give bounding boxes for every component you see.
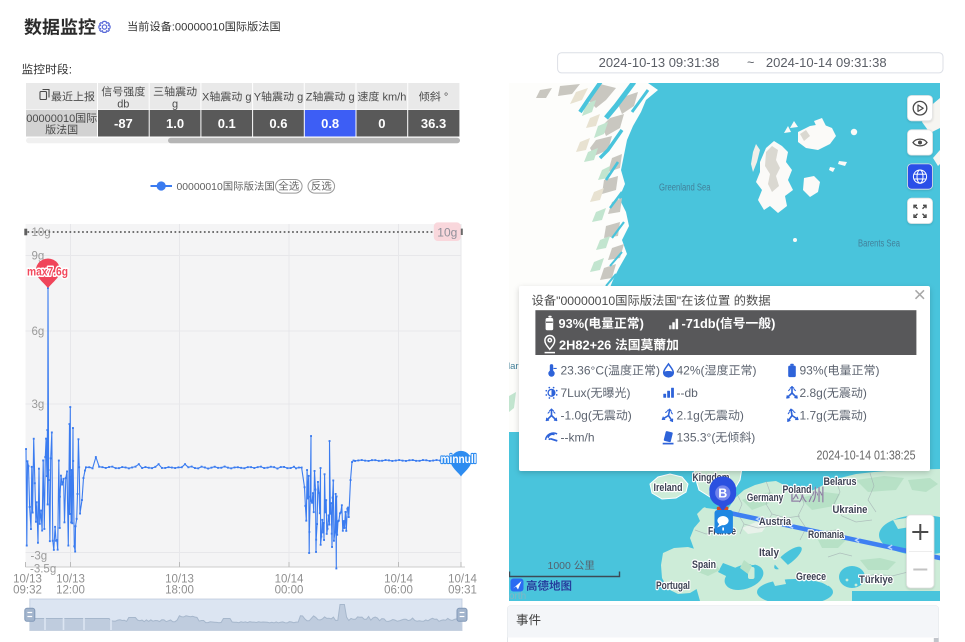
svg-text:2H82+26: 2H82+26 [559,337,611,352]
svg-text:10g: 10g [437,226,457,240]
svg-text:135.3°(: 135.3°( [677,431,716,445]
svg-text:0.8: 0.8 [321,116,339,131]
svg-text:1.0: 1.0 [166,116,184,131]
svg-text:): ) [656,364,660,378]
svg-text:B: B [718,487,727,501]
svg-text:max7.6g: max7.6g [27,264,68,278]
svg-text:): ) [751,431,755,445]
svg-text:Belarus: Belarus [824,476,857,488]
svg-text:42%(: 42%( [677,364,705,378]
svg-text:g: g [349,92,355,104]
svg-text:): ) [753,364,757,378]
svg-text:10g: 10g [32,227,51,239]
svg-text:2.1g(: 2.1g( [677,409,704,423]
svg-text:): ) [640,316,644,331]
svg-text:18:00: 18:00 [165,585,194,597]
svg-text:g: g [172,99,178,111]
svg-text:93%(: 93%( [800,364,828,378]
svg-text:2024-10-14 01:38:25: 2024-10-14 01:38:25 [817,449,916,463]
svg-text:): ) [628,409,632,423]
svg-text:): ) [863,386,867,400]
svg-text:Z: Z [306,92,313,104]
svg-text:0.1: 0.1 [218,116,236,131]
svg-text:-3g: -3g [31,551,48,563]
svg-text:Austria: Austria [759,516,791,528]
svg-text:Greece: Greece [796,571,826,583]
svg-text:Ireland: Ireland [654,482,683,494]
svg-text:09:31: 09:31 [448,585,477,597]
svg-text:"00000010: "00000010 [556,294,615,308]
svg-text:23.36°C(: 23.36°C( [561,364,609,378]
svg-text:Poland: Poland [783,484,812,496]
svg-text:~: ~ [747,56,754,70]
svg-text:-1.0g(: -1.0g( [561,409,592,423]
svg-text:06:00: 06:00 [384,585,413,597]
svg-text:3g: 3g [32,399,45,411]
svg-text:lar: lar [508,361,519,372]
svg-text:0: 0 [378,116,385,131]
svg-text:93%(: 93%( [559,316,590,331]
svg-text:Germany: Germany [747,492,784,504]
svg-text:Portugal: Portugal [656,580,690,592]
svg-text:): ) [771,316,775,331]
svg-text:00000010: 00000010 [177,182,223,193]
svg-text:X: X [202,92,210,104]
svg-text:--km/h: --km/h [561,431,595,445]
svg-text:Spain: Spain [692,559,716,571]
svg-text:00000010: 00000010 [26,113,75,125]
svg-text:g: g [297,92,303,104]
svg-text:1000: 1000 [548,560,572,572]
svg-text:7Lux(: 7Lux( [561,386,591,400]
svg-text:Barents Sea: Barents Sea [858,239,900,250]
svg-text::: : [69,63,72,77]
svg-text:): ) [876,364,880,378]
svg-text:00:00: 00:00 [275,585,304,597]
svg-text:Y: Y [254,92,262,104]
svg-text:2024-10-13 09:31:38: 2024-10-13 09:31:38 [599,55,720,70]
svg-text:09:32: 09:32 [13,585,42,597]
svg-text:2.8g(: 2.8g( [800,386,827,400]
svg-text::00000010: :00000010 [172,22,225,34]
svg-text:orth: orth [509,591,526,602]
svg-text:g: g [245,92,251,104]
svg-text:): ) [863,409,867,423]
svg-text:Ukraine: Ukraine [833,504,868,516]
svg-text:db: db [117,99,129,111]
svg-text:0.6: 0.6 [269,116,287,131]
svg-text:36.3: 36.3 [421,116,446,131]
svg-text:): ) [740,409,744,423]
svg-text:--db: --db [677,386,699,400]
svg-text:": " [677,294,681,308]
svg-text:minnull: minnull [441,452,477,466]
svg-text:1.7g(: 1.7g( [800,409,827,423]
svg-text:12:00: 12:00 [56,585,85,597]
svg-text:Türkiye: Türkiye [859,574,893,586]
svg-text:km/h: km/h [383,92,407,104]
svg-text:2024-10-14 09:31:38: 2024-10-14 09:31:38 [766,55,887,70]
svg-text:): ) [627,386,631,400]
svg-text:°: ° [444,92,448,104]
svg-text:Greenland Sea: Greenland Sea [659,182,711,193]
svg-text:Italy: Italy [759,547,779,559]
svg-text:Romania: Romania [808,529,844,541]
svg-text:6g: 6g [32,326,45,338]
svg-text:-71db(: -71db( [682,316,721,331]
svg-text:-87: -87 [114,116,133,131]
